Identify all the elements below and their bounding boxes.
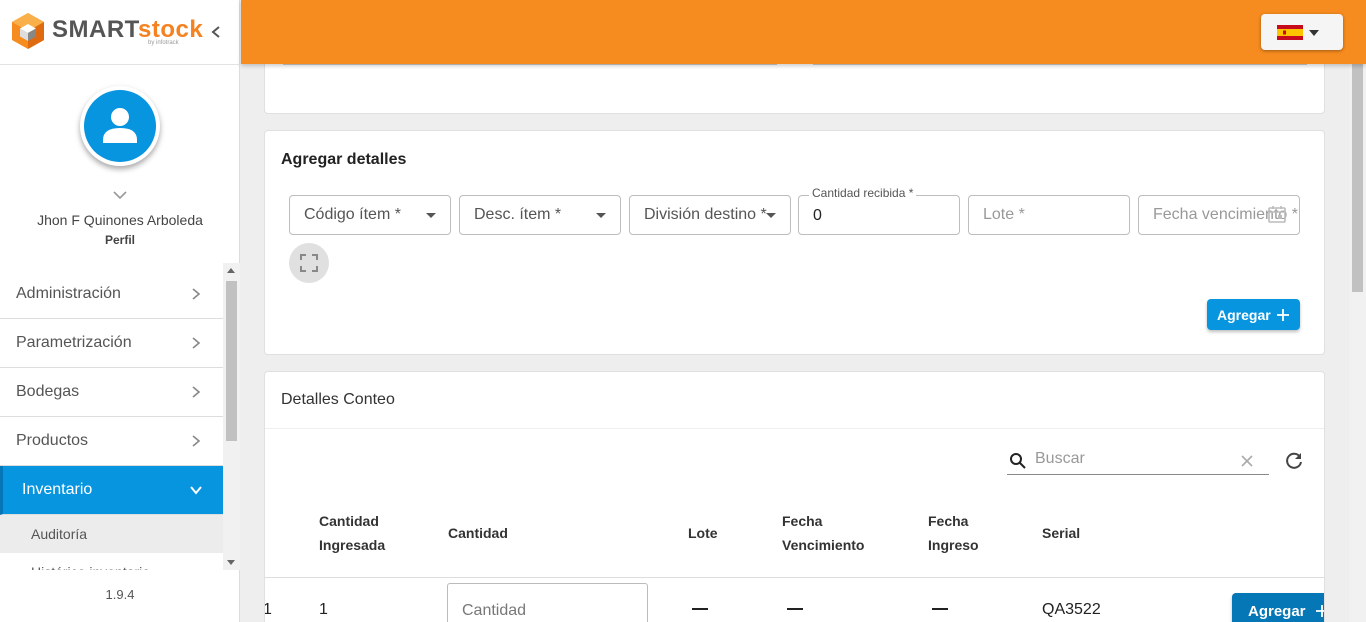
col-cantidad-ingresada-line2: Ingresada [319, 537, 386, 553]
col-fecha-ingreso-line1: Fecha [928, 513, 969, 529]
cell-serial: QA3522 [1042, 601, 1101, 618]
add-detail-label: Agregar [1217, 306, 1271, 323]
col-fecha-ingreso[interactable]: Fecha Ingreso [928, 509, 979, 557]
add-detail-button[interactable]: Agregar [1207, 299, 1300, 330]
plus-icon [1277, 309, 1289, 321]
col-cantidad-ingresada-line1: Cantidad [319, 513, 379, 529]
collapse-sidebar-icon[interactable] [206, 22, 226, 42]
sidebar-menu: Administración Parametrización Bodegas P… [0, 270, 223, 570]
caret-down-icon [596, 213, 606, 218]
fecha-vencimiento-input[interactable]: Fecha vencimiento * [1138, 195, 1300, 235]
division-destino-placeholder: División destino * [644, 206, 767, 223]
col-serial[interactable]: Serial [1042, 521, 1080, 545]
spain-flag-icon [1277, 25, 1303, 40]
chevron-right-icon [192, 337, 201, 349]
details-conteo-card: Detalles Conteo Buscar Cantidad Ingresad… [264, 371, 1325, 622]
col-lote[interactable]: Lote [688, 521, 718, 545]
add-details-card: Agregar detalles Código ítem * Desc. íte… [264, 130, 1325, 355]
sidebar-item-label: Administración [16, 285, 121, 302]
codigo-item-placeholder: Código ítem * [304, 206, 401, 223]
codigo-item-select[interactable]: Código ítem * [289, 195, 451, 235]
cantidad-recibida-input[interactable]: Cantidad recibida * 0 [798, 186, 960, 235]
sidebar-scrollbar[interactable] [223, 263, 240, 570]
cell-fecha-vencimiento-empty [787, 608, 803, 610]
chevron-down-icon [190, 486, 202, 495]
close-icon[interactable] [1239, 453, 1255, 469]
top-bar [241, 0, 1366, 64]
chevron-down-icon[interactable] [111, 188, 129, 202]
sidebar-item-label: Inventario [22, 481, 93, 498]
sidebar-item-productos[interactable]: Productos [0, 417, 223, 466]
add-details-title: Agregar detalles [281, 151, 407, 168]
caret-down-icon [1309, 30, 1319, 36]
divider [265, 577, 1324, 578]
scan-button[interactable] [289, 243, 329, 283]
chevron-right-icon [192, 288, 201, 300]
sidebar-item-label: Parametrización [16, 334, 132, 351]
scroll-thumb[interactable] [1352, 64, 1363, 292]
cantidad-placeholder: Cantidad [462, 602, 527, 619]
division-destino-select[interactable]: División destino * [629, 195, 791, 235]
col-fecha-vencimiento-line1: Fecha [782, 513, 823, 529]
avatar[interactable] [80, 86, 160, 166]
search-icon [1010, 453, 1026, 469]
plus-icon [1316, 605, 1324, 617]
sidebar-item-inventario[interactable]: Inventario [0, 466, 223, 515]
sidebar-subitem-historico[interactable]: Histórico inventario [0, 553, 223, 570]
main-scrollbar[interactable] [1349, 64, 1366, 622]
desc-item-select[interactable]: Desc. ítem * [459, 195, 621, 235]
divider [283, 64, 777, 65]
cell-fecha-ingreso-empty [932, 608, 948, 610]
col-fecha-vencimiento[interactable]: Fecha Vencimiento [782, 509, 864, 557]
language-selector[interactable] [1261, 14, 1343, 50]
logo-icon [12, 13, 44, 49]
sidebar-item-parametrizacion[interactable]: Parametrización [0, 319, 223, 368]
details-title: Detalles Conteo [281, 391, 395, 408]
row-index: 1 [265, 601, 272, 619]
brand-name-part1: SMART [52, 16, 139, 43]
search-field[interactable]: Buscar [1007, 448, 1269, 475]
col-fecha-vencimiento-line2: Vencimiento [782, 537, 865, 553]
row-add-label: Agregar [1248, 602, 1306, 620]
col-cantidad-ingresada[interactable]: Cantidad Ingresada [319, 509, 385, 557]
col-cantidad[interactable]: Cantidad [448, 521, 508, 545]
col-fecha-ingreso-line2: Ingreso [928, 537, 979, 553]
sidebar-item-label: Bodegas [16, 383, 80, 400]
user-avatar-icon [84, 90, 156, 162]
sidebar-item-bodegas[interactable]: Bodegas [0, 368, 223, 417]
chevron-right-icon [192, 386, 201, 398]
search-input[interactable]: Buscar [1035, 450, 1085, 468]
brand-name-part2: stock [138, 16, 204, 43]
brand-sub: by infotrack [148, 40, 179, 46]
scroll-up-icon[interactable] [227, 268, 235, 273]
desc-item-placeholder: Desc. ítem * [474, 206, 562, 223]
cantidad-recibida-value: 0 [813, 207, 822, 224]
brand-header: SMARTstock by infotrack [0, 0, 240, 65]
brand-name: SMARTstock [52, 16, 203, 44]
scroll-down-icon[interactable] [227, 560, 235, 565]
chevron-right-icon [192, 435, 201, 447]
user-name: Jhon F Quinones Arboleda [37, 212, 203, 228]
cantidad-input[interactable]: Cantidad [447, 583, 648, 622]
cell-cantidad-ingresada: 1 [319, 601, 328, 618]
caret-down-icon [766, 213, 776, 218]
cell-lote-empty [692, 608, 708, 610]
sidebar-item-administracion[interactable]: Administración [0, 270, 223, 319]
cantidad-recibida-label: Cantidad recibida * [809, 186, 917, 200]
lote-input[interactable]: Lote * [968, 195, 1130, 235]
scroll-thumb[interactable] [226, 281, 237, 441]
calendar-icon[interactable] [1267, 204, 1287, 224]
caret-down-icon [426, 213, 436, 218]
sidebar-item-label: Productos [16, 432, 89, 449]
row-add-button[interactable]: Agregar [1232, 593, 1324, 622]
refresh-icon[interactable] [1283, 450, 1305, 472]
sidebar-subitem-auditoria[interactable]: Auditoría [0, 515, 223, 553]
scan-icon [300, 254, 318, 272]
app-version: 1.9.4 [105, 587, 135, 602]
divider [813, 64, 1307, 65]
profile-link[interactable]: Perfil [0, 233, 240, 247]
sidebar: SMARTstock by infotrack Jhon F Quinones … [0, 0, 240, 622]
lote-placeholder: Lote * [983, 206, 1025, 223]
divider [265, 428, 1324, 429]
